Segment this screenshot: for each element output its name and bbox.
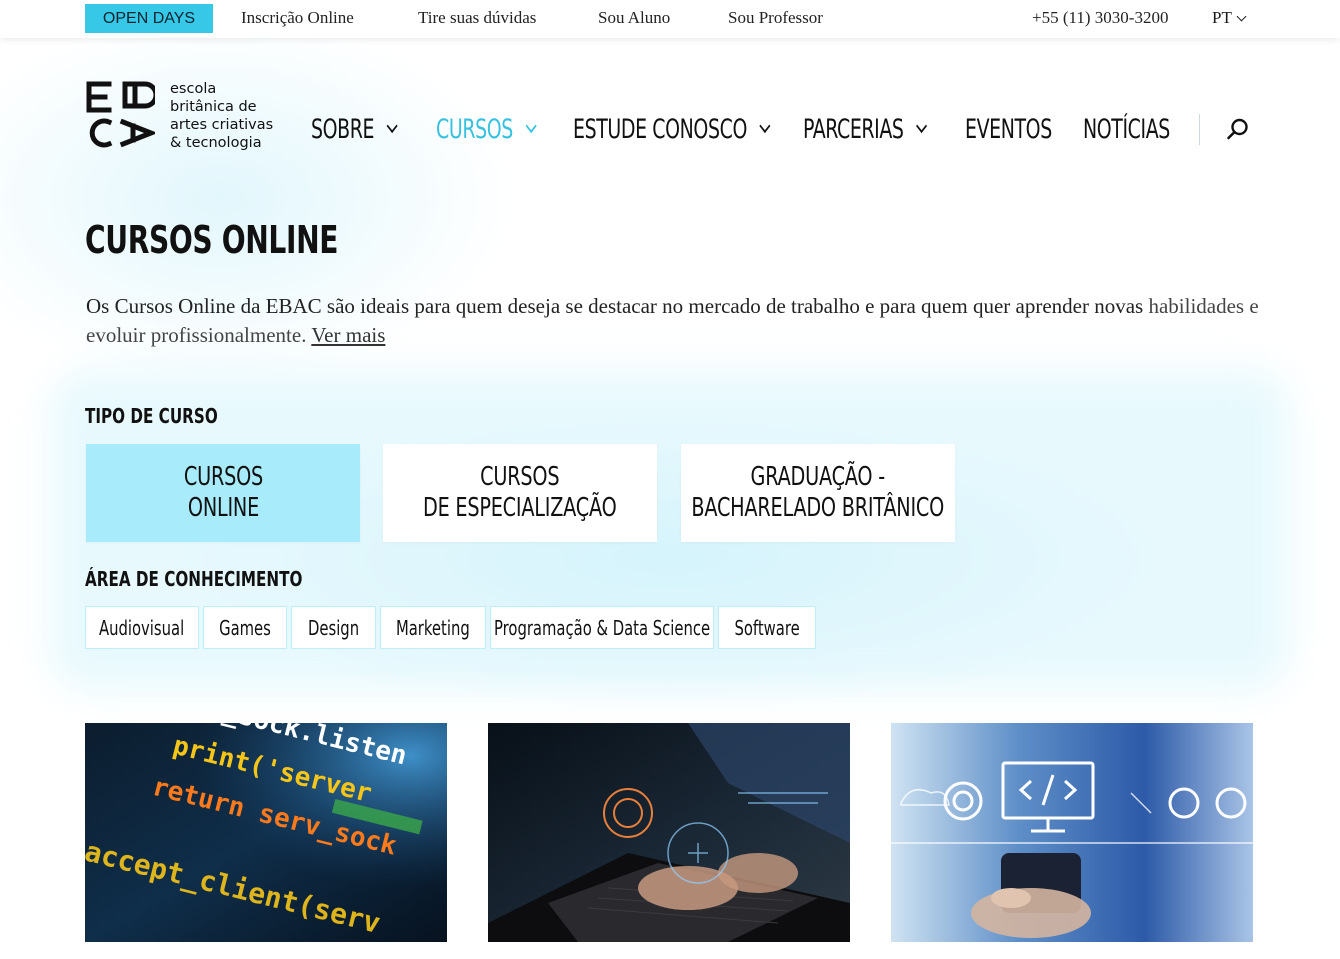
chip-marketing[interactable]: Marketing bbox=[380, 606, 486, 649]
type-card-graduacao[interactable]: GRADUAÇÃO - BACHARELADO BRITÂNICO bbox=[681, 444, 955, 542]
chip-programacao[interactable]: Programação & Data Science bbox=[490, 606, 714, 649]
chip-label: Software bbox=[734, 615, 800, 640]
chip-label: Marketing bbox=[396, 615, 470, 640]
nav-divider bbox=[1199, 114, 1200, 145]
chip-label: Design bbox=[307, 615, 360, 640]
page-intro: Os Cursos Online da EBAC são ideais para… bbox=[86, 292, 1261, 350]
language-label: PT bbox=[1212, 8, 1232, 27]
chip-label: Programação & Data Science bbox=[493, 615, 711, 640]
type-card-especializacao[interactable]: CURSOS DE ESPECIALIZAÇÃO bbox=[383, 444, 657, 542]
nav-label: EVENTOS bbox=[965, 113, 1052, 145]
open-days-button[interactable]: OPEN DAYS bbox=[85, 4, 213, 33]
course-card-image-laptop[interactable] bbox=[488, 723, 850, 942]
page-title: CURSOS ONLINE bbox=[85, 218, 339, 262]
topbar-link-duvidas[interactable]: Tire suas dúvidas bbox=[418, 8, 536, 28]
chip-label: Audiovisual bbox=[99, 615, 185, 640]
search-icon[interactable] bbox=[1226, 117, 1250, 141]
chip-label: Games bbox=[219, 615, 271, 640]
nav-label: PARCERIAS bbox=[803, 113, 904, 145]
chevron-down-icon bbox=[386, 118, 398, 134]
knowledge-area-label: ÁREA DE CONHECIMENTO bbox=[85, 567, 303, 591]
nav-parcerias[interactable]: PARCERIAS bbox=[803, 112, 928, 146]
type-card-online[interactable]: CURSOS ONLINE bbox=[86, 444, 360, 542]
ebac-logo-icon bbox=[86, 81, 155, 148]
type-card-label: CURSOS DE ESPECIALIZAÇÃO bbox=[423, 462, 617, 523]
logo-wordmark: escola britânica de artes criativas & te… bbox=[170, 81, 274, 151]
chevron-down-icon bbox=[525, 118, 537, 134]
ebac-logo[interactable]: escola britânica de artes criativas & te… bbox=[85, 80, 285, 151]
topbar-link-aluno[interactable]: Sou Aluno bbox=[598, 8, 670, 28]
course-card-image-code[interactable]: v_sock.listen print('server return serv_… bbox=[85, 723, 447, 942]
course-type-label: TIPO DE CURSO bbox=[85, 404, 218, 428]
see-more-link[interactable]: Ver mais bbox=[311, 323, 385, 347]
phone-link[interactable]: +55 (11) 3030-3200 bbox=[1032, 8, 1168, 28]
topbar-link-professor[interactable]: Sou Professor bbox=[728, 8, 823, 28]
chip-audiovisual[interactable]: Audiovisual bbox=[85, 606, 199, 649]
nav-sobre[interactable]: SOBRE bbox=[311, 112, 398, 146]
nav-cursos[interactable]: CURSOS bbox=[436, 112, 537, 146]
top-utility-bar: OPEN DAYS Inscrição Online Tire suas dúv… bbox=[0, 0, 1340, 38]
type-card-label: CURSOS ONLINE bbox=[183, 462, 263, 523]
laptop-hands-photo bbox=[488, 723, 850, 942]
chip-games[interactable]: Games bbox=[203, 606, 287, 649]
chevron-down-icon bbox=[1236, 11, 1247, 21]
chevron-down-icon bbox=[916, 118, 928, 134]
type-card-label: GRADUAÇÃO - BACHARELADO BRITÂNICO bbox=[691, 462, 945, 523]
chip-software[interactable]: Software bbox=[718, 606, 816, 649]
nav-estude-conosco[interactable]: ESTUDE CONOSCO bbox=[573, 112, 771, 146]
nav-label: CURSOS bbox=[436, 113, 513, 145]
intro-text-line1: Os Cursos Online da EBAC são ideais para… bbox=[86, 294, 1144, 318]
topbar-link-inscricao[interactable]: Inscrição Online bbox=[241, 8, 354, 28]
code-screen-photo: v_sock.listen print('server return serv_… bbox=[85, 723, 447, 942]
chevron-down-icon bbox=[759, 118, 771, 134]
nav-label: ESTUDE CONOSCO bbox=[573, 113, 747, 145]
nav-label: NOTÍCIAS bbox=[1083, 113, 1170, 145]
nav-eventos[interactable]: EVENTOS bbox=[965, 112, 1052, 146]
tech-icons-phone-photo bbox=[891, 723, 1253, 942]
course-card-image-tech[interactable] bbox=[891, 723, 1253, 942]
nav-noticias[interactable]: NOTÍCIAS bbox=[1083, 112, 1170, 146]
language-selector[interactable]: PT bbox=[1212, 8, 1247, 28]
nav-label: SOBRE bbox=[311, 113, 375, 145]
chip-design[interactable]: Design bbox=[291, 606, 376, 649]
